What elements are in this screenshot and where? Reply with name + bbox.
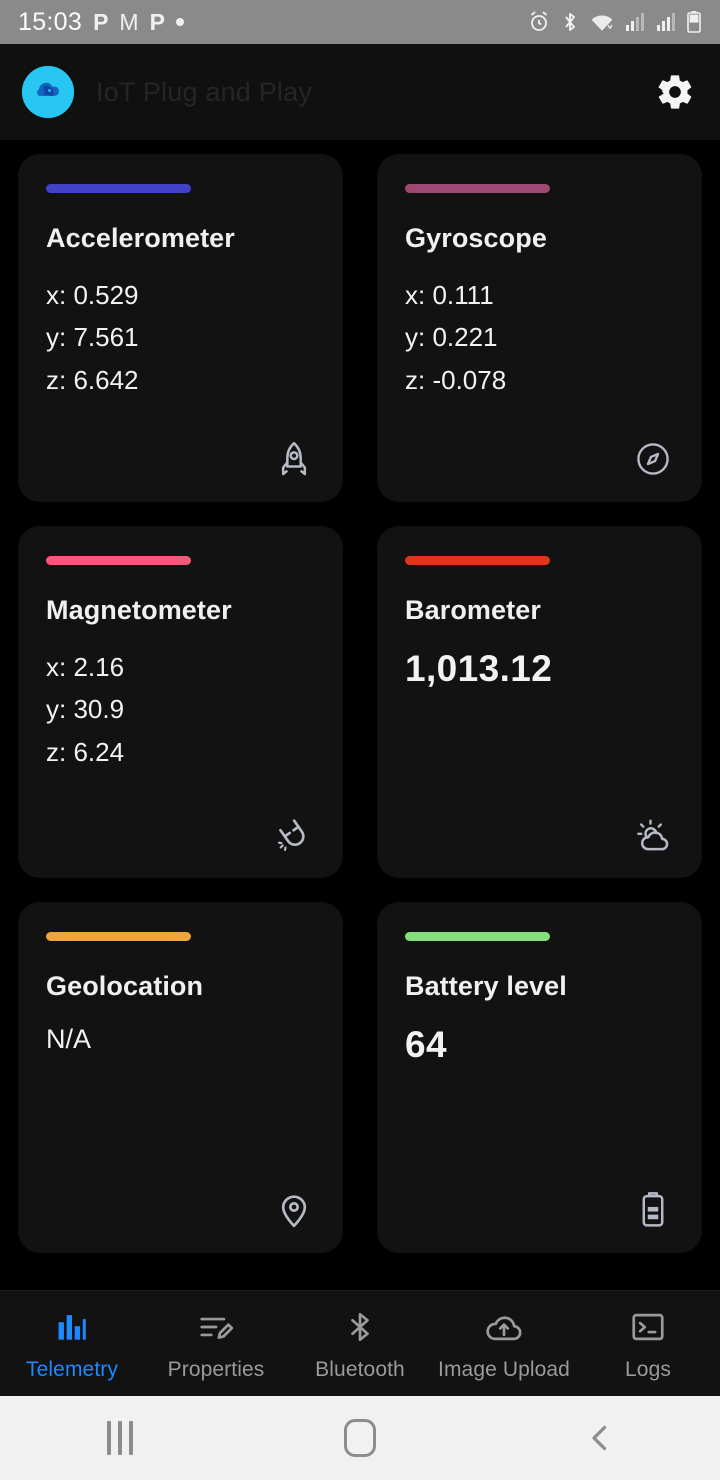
status-bar: 15:03 P M P (0, 0, 720, 44)
recents-icon[interactable] (60, 1396, 180, 1480)
tab-label: Bluetooth (315, 1357, 405, 1381)
app-header: IoT Plug and Play (0, 44, 720, 140)
axis-z: z: -0.078 (405, 364, 507, 395)
tab-label: Logs (625, 1357, 671, 1381)
list-edit-icon (197, 1306, 235, 1348)
card-title: Magnetometer (46, 595, 232, 625)
card-value: 64 (405, 1024, 447, 1065)
app-logo (22, 66, 74, 118)
tab-label: Properties (167, 1357, 265, 1381)
home-icon[interactable] (300, 1396, 420, 1480)
accent-bar (46, 556, 191, 565)
sensor-card-geolocation[interactable]: Geolocation N/A (18, 902, 343, 1253)
alarm-icon (527, 10, 551, 34)
back-icon[interactable] (540, 1396, 660, 1480)
axis-y: y: 30.9 (46, 694, 125, 725)
card-title: Accelerometer (46, 223, 235, 253)
status-bar-right (527, 10, 702, 34)
axis-values: x: 0.111 y: 0.221 z: -0.078 (405, 276, 674, 399)
axis-y: y: 0.221 (405, 322, 498, 353)
cloud-upload-icon (483, 1306, 525, 1348)
phone-screen: 15:03 P M P IoT Plug and Play Accelerome… (0, 0, 720, 1480)
telemetry-content: Accelerometer x: 0.529 y: 7.561 z: 6.642 (0, 140, 720, 1290)
gmail-m-icon: M (119, 8, 139, 35)
card-title: Barometer (405, 595, 541, 625)
tab-label: Image Upload (438, 1357, 570, 1381)
sensor-card-gyroscope[interactable]: Gyroscope x: 0.111 y: 0.221 z: -0.078 (377, 154, 702, 502)
card-title: Battery level (405, 971, 567, 1001)
tab-image-upload[interactable]: Image Upload (432, 1306, 576, 1382)
card-value: N/A (46, 1024, 92, 1054)
page-title: IoT Plug and Play (96, 76, 313, 107)
signal-icon (655, 11, 677, 33)
card-title: Geolocation (46, 971, 204, 1001)
axis-x: x: 2.16 (46, 652, 125, 682)
bluetooth-icon (560, 10, 580, 34)
sensor-card-magnetometer[interactable]: Magnetometer x: 2.16 y: 30.9 z: 6.24 (18, 526, 343, 878)
tab-label: Telemetry (26, 1357, 118, 1381)
axis-x: x: 0.111 (405, 280, 494, 310)
card-value: 1,013.12 (405, 648, 553, 689)
android-nav-bar (0, 1396, 720, 1480)
accent-bar (46, 932, 191, 941)
weather-cloud-icon (630, 812, 676, 858)
terminal-icon (629, 1306, 667, 1348)
sensor-card-grid: Accelerometer x: 0.529 y: 7.561 z: 6.642 (18, 154, 702, 1253)
axis-z: z: 6.24 (46, 736, 125, 767)
accent-bar (405, 556, 550, 565)
signal-icon (624, 11, 646, 33)
compass-icon (630, 436, 676, 482)
bluetooth-icon (342, 1306, 378, 1348)
wifi-icon (589, 10, 615, 34)
battery-icon (630, 1187, 676, 1233)
bar-chart-icon (53, 1306, 91, 1348)
axis-y: y: 7.561 (46, 322, 139, 353)
axis-z: z: 6.642 (46, 364, 139, 395)
dot-icon (175, 18, 184, 26)
rocket-icon (271, 436, 317, 482)
tab-properties[interactable]: Properties (144, 1306, 288, 1382)
map-pin-icon (271, 1187, 317, 1233)
card-title: Gyroscope (405, 223, 547, 253)
gear-icon[interactable] (652, 69, 698, 115)
sensor-card-accelerometer[interactable]: Accelerometer x: 0.529 y: 7.561 z: 6.642 (18, 154, 343, 502)
axis-values: x: 2.16 y: 30.9 z: 6.24 (46, 648, 315, 771)
accent-bar (405, 184, 550, 193)
axis-values: x: 0.529 y: 7.561 z: 6.642 (46, 276, 315, 399)
bottom-tab-bar: Telemetry Properties Bluetooth Image Upl… (0, 1290, 720, 1396)
tab-logs[interactable]: Logs (576, 1306, 720, 1382)
tab-telemetry[interactable]: Telemetry (0, 1306, 144, 1382)
sensor-card-battery-level[interactable]: Battery level 64 (377, 902, 702, 1253)
accent-bar (405, 932, 550, 941)
tab-bluetooth[interactable]: Bluetooth (288, 1306, 432, 1382)
axis-x: x: 0.529 (46, 280, 139, 310)
app-p-icon: P (149, 8, 165, 35)
accent-bar (46, 184, 191, 193)
app-p-icon: P (93, 8, 109, 35)
status-bar-left: 15:03 P M P (18, 8, 184, 37)
status-bar-clock: 15:03 (18, 7, 83, 36)
magnet-icon (271, 812, 317, 858)
sensor-card-barometer[interactable]: Barometer 1,013.12 (377, 526, 702, 878)
battery-icon (686, 10, 702, 34)
